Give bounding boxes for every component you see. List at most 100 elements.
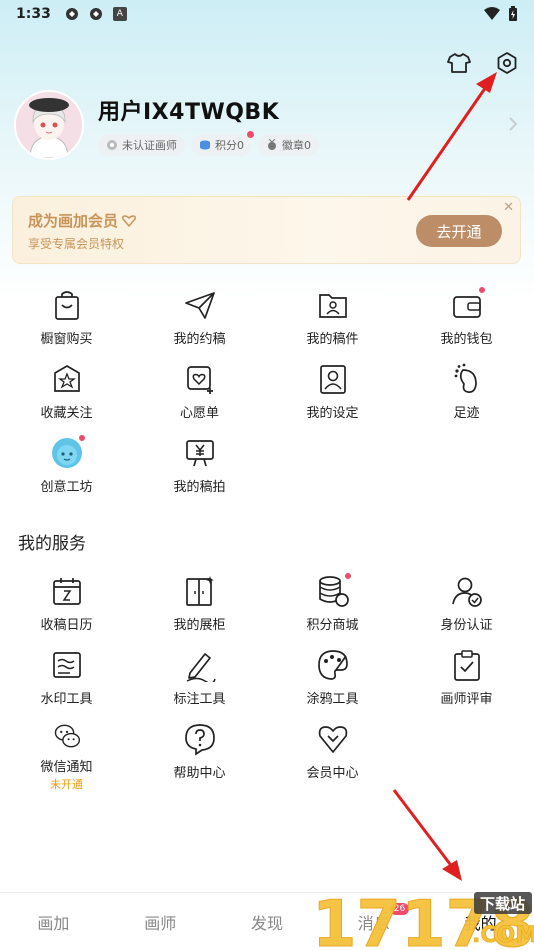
nav-tab-messages[interactable]: 消息 26 [320, 893, 427, 950]
anime-avatar-icon [16, 92, 82, 158]
service-vip-center[interactable]: 会员中心 [266, 722, 399, 792]
creative-workshop-icon [51, 438, 82, 468]
service-help-center[interactable]: 帮助中心 [133, 722, 266, 792]
shortcut-showcase-purchase[interactable]: 橱窗购买 [0, 288, 133, 358]
vip-heart-icon [318, 726, 347, 753]
wish-heart-icon [186, 366, 213, 394]
yen-board-icon [185, 440, 214, 467]
service-wechat-notification[interactable]: 微信通知 未开通 [0, 722, 133, 792]
service-label: 微信通知 [40, 760, 93, 775]
shortcut-creative-workshop[interactable]: 创意工坊 [0, 434, 133, 506]
profile-header[interactable]: 用户IX4TWQBK 未认证画师 积分0 徽章0 [14, 90, 524, 160]
notification-dot [477, 286, 486, 294]
shortcut-wishlist[interactable]: 心愿单 [133, 362, 266, 432]
close-icon[interactable]: ✕ [503, 200, 514, 215]
shopping-bag-icon [54, 291, 79, 320]
services-section-title: 我的服务 [18, 534, 86, 554]
nav-label: 画加 [37, 913, 70, 933]
nav-label: 发现 [250, 913, 283, 933]
shortcut-label: 我的钱包 [440, 332, 493, 347]
palette-icon [317, 650, 348, 680]
shortcut-label: 我的设定 [306, 406, 359, 421]
pen-icon [186, 653, 216, 682]
outfit-button[interactable] [446, 50, 472, 76]
service-label: 收稿日历 [40, 618, 93, 633]
wallet-icon [452, 296, 481, 318]
header-actions [446, 50, 520, 76]
showcase-icon [185, 576, 214, 606]
shortcut-my-wallet[interactable]: 我的钱包 [400, 286, 533, 358]
nav-tab-artists[interactable]: 画师 [107, 893, 214, 950]
service-artist-review[interactable]: 画师评审 [400, 648, 533, 718]
shortcut-my-settings[interactable]: 我的设定 [266, 362, 399, 432]
footprint-icon [454, 363, 477, 393]
points-badge[interactable]: 积分0 [191, 131, 254, 156]
avatar[interactable] [14, 90, 84, 160]
shortcut-label: 我的稿件 [306, 332, 359, 347]
username: 用户IX4TWQBK [98, 100, 280, 125]
shortcut-footprint[interactable]: 足迹 [400, 362, 533, 432]
vip-heart-icon [122, 214, 137, 227]
service-doodle-tool[interactable]: 涂鸦工具 [266, 648, 399, 718]
service-label: 涂鸦工具 [306, 692, 359, 707]
shortcut-my-manuscripts[interactable]: 我的稿件 [266, 288, 399, 358]
medal-icon [268, 139, 276, 150]
vip-banner[interactable]: 成为画加会员 享受专属会员特权 去开通 ✕ [12, 196, 521, 264]
chevron-right-icon[interactable] [508, 116, 518, 132]
service-submission-calendar[interactable]: 收稿日历 [0, 574, 133, 644]
app-notification-icon [89, 8, 102, 20]
nav-tab-huajia[interactable]: 画加 [0, 893, 107, 950]
calendar-icon [52, 578, 81, 605]
service-label: 身份认证 [440, 618, 493, 633]
service-identity-verification[interactable]: 身份认证 [400, 574, 533, 644]
status-bar: 1:33 A [0, 0, 534, 28]
certification-badge[interactable]: 未认证画师 [98, 134, 185, 156]
service-points-mall[interactable]: 积分商城 [266, 572, 399, 644]
help-icon [184, 724, 215, 756]
medals-badge[interactable]: 徽章0 [258, 134, 319, 156]
vip-title: 成为画加会员 [28, 210, 137, 231]
vip-subtitle: 享受专属会员特权 [28, 237, 125, 251]
service-label: 会员中心 [306, 766, 359, 781]
battery-icon [509, 6, 517, 21]
wechat-icon [54, 724, 80, 748]
coin-icon [200, 140, 210, 150]
identity-check-icon [451, 577, 482, 607]
service-label: 水印工具 [40, 692, 93, 707]
cert-icon [107, 140, 117, 150]
watermark-icon [52, 652, 81, 678]
vip-title-text: 成为画加会员 [28, 212, 119, 230]
gear-icon [497, 52, 517, 74]
wifi-icon [484, 7, 500, 20]
service-status: 未开通 [50, 778, 83, 791]
shortcut-label: 收藏关注 [40, 406, 93, 421]
paper-plane-icon [184, 292, 215, 319]
shortcut-favorites[interactable]: 收藏关注 [0, 362, 133, 432]
service-watermark-tool[interactable]: 水印工具 [0, 648, 133, 718]
annotation-arrow-head [442, 860, 462, 881]
notification-dot [77, 434, 86, 442]
shortcut-label: 我的稿拍 [173, 480, 226, 495]
message-count-badge: 26 [389, 903, 410, 915]
shortcut-my-auctions[interactable]: 我的稿拍 [133, 436, 266, 506]
shortcut-my-commissions[interactable]: 我的约稿 [133, 288, 266, 358]
badge-label: 未认证画师 [122, 139, 177, 152]
nav-tab-discover[interactable]: 发现 [214, 893, 321, 950]
vip-activate-button[interactable]: 去开通 [416, 215, 502, 247]
notification-dot [343, 572, 352, 580]
service-my-showcase[interactable]: 我的展柜 [133, 574, 266, 644]
shortcut-label: 我的约稿 [173, 332, 226, 347]
keyboard-a-icon: A [112, 7, 127, 21]
shortcut-label: 创意工坊 [40, 480, 93, 495]
badge-label: 积分0 [215, 139, 244, 152]
shortcut-label: 心愿单 [179, 406, 219, 421]
status-time: 1:33 [16, 6, 51, 22]
tshirt-icon [447, 53, 471, 73]
bottom-navigation: 画加 画师 发现 消息 26 我的 [0, 892, 534, 950]
service-annotation-tool[interactable]: 标注工具 [133, 648, 266, 718]
nav-tab-mine[interactable]: 我的 [427, 893, 534, 950]
service-label: 帮助中心 [173, 766, 226, 781]
shortcut-label: 橱窗购买 [40, 332, 93, 347]
settings-button[interactable] [494, 50, 520, 76]
badge-label: 徽章0 [282, 139, 311, 152]
